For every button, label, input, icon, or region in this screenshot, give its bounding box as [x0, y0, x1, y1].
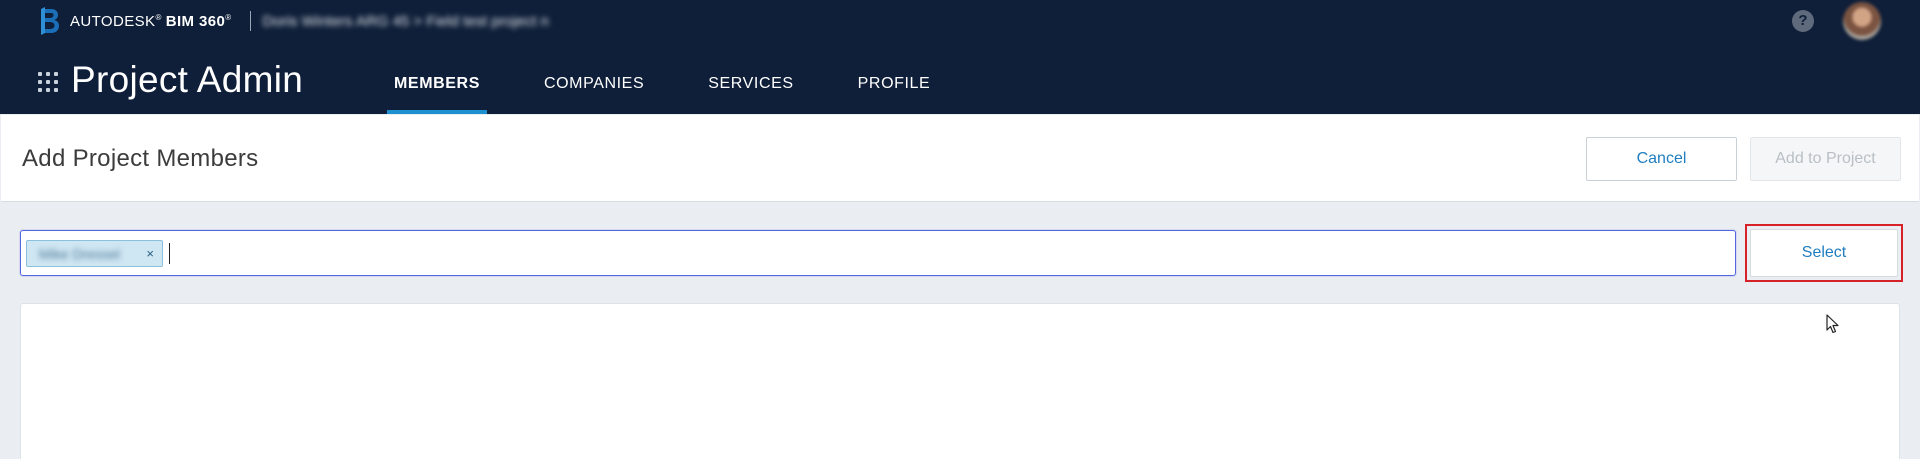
tab-members[interactable]: MEMBERS	[387, 62, 487, 114]
page-header: Add Project Members Cancel Add to Projec…	[1, 115, 1919, 202]
mouse-pointer-icon	[1826, 314, 1839, 334]
apps-grid-icon[interactable]	[38, 72, 58, 92]
app-title: Project Admin	[71, 59, 304, 100]
results-panel	[20, 303, 1900, 459]
member-chip-label: Mike Dressel	[39, 245, 120, 262]
add-to-project-button[interactable]: Add to Project	[1750, 137, 1901, 181]
main-nav: MEMBERS COMPANIES SERVICES PROFILE	[387, 62, 987, 114]
brand[interactable]: AUTODESK® BIM 360® Doris Winters ARG 45 >…	[38, 7, 549, 35]
bim360-logo-icon	[41, 7, 59, 35]
brand-name: AUTODESK® BIM 360®	[70, 12, 232, 30]
select-button[interactable]: Select	[1750, 229, 1898, 277]
member-chip: Mike Dressel ×	[26, 240, 163, 267]
help-icon[interactable]: ?	[1792, 10, 1814, 32]
tab-profile[interactable]: PROFILE	[851, 62, 938, 114]
project-name[interactable]: Doris Winters ARG 45 > Field test projec…	[263, 13, 549, 30]
top-header: AUTODESK® BIM 360® Doris Winters ARG 45 >…	[0, 0, 1920, 114]
text-caret	[169, 243, 170, 264]
member-search-input[interactable]: Mike Dressel ×	[20, 230, 1736, 276]
user-avatar[interactable]	[1843, 2, 1881, 40]
cancel-button[interactable]: Cancel	[1586, 137, 1737, 181]
page-title: Add Project Members	[22, 145, 259, 172]
tab-services[interactable]: SERVICES	[701, 62, 800, 114]
tab-companies[interactable]: COMPANIES	[537, 62, 651, 114]
brand-divider	[249, 11, 251, 31]
remove-chip-icon[interactable]: ×	[146, 246, 154, 261]
